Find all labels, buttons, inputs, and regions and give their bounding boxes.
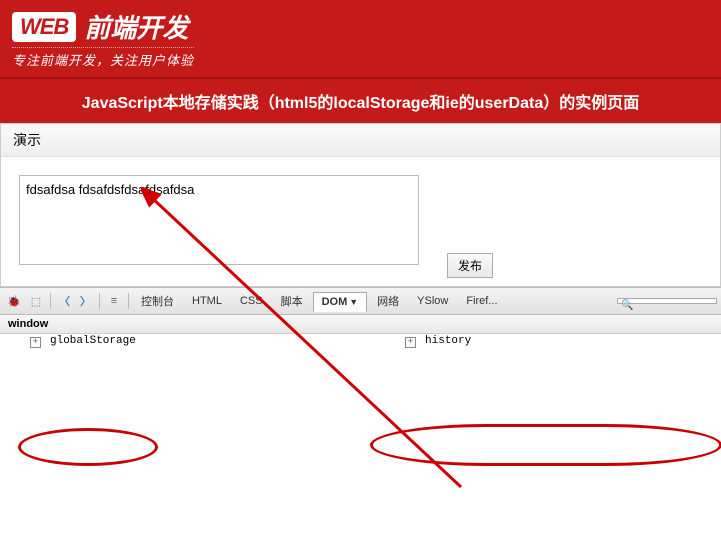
twist-icon[interactable]: + (405, 337, 416, 348)
tab-dom[interactable]: DOM▼ (313, 292, 368, 312)
tab-yslow[interactable]: YSlow (409, 292, 456, 310)
devtools-panel: 🐞 ⬚ 〈 〉 ≡ 控制台 HTML CSS 脚本 DOM▼ 网络 YSlow … (0, 287, 721, 352)
tab-css[interactable]: CSS (232, 292, 271, 310)
dom-row[interactable]: +history1 history entries (375, 334, 721, 352)
demo-section: 演示 fdsafdsa fdsafdsfdsafdsafdsa 发布 (0, 123, 721, 287)
tagline: 专注前端开发，关注用户体验 (12, 47, 194, 69)
tab-net[interactable]: 网络 (369, 290, 407, 312)
publish-button[interactable]: 发布 (447, 253, 493, 278)
page-title: JavaScript本地存储实践（html5的localStorage和ie的u… (0, 77, 721, 123)
nav-forward-icon[interactable]: 〉 (76, 293, 95, 309)
inspect-icon[interactable]: ⬚ (26, 292, 46, 310)
logo-web-badge: WEB (12, 12, 76, 42)
twist-icon[interactable]: + (30, 337, 41, 348)
nav-back-icon[interactable]: 〈 (55, 293, 74, 309)
dom-row[interactable]: +globalStorage (0, 334, 375, 352)
tab-console[interactable]: 控制台 (133, 290, 182, 312)
devtools-toolbar: 🐞 ⬚ 〈 〉 ≡ 控制台 HTML CSS 脚本 DOM▼ 网络 YSlow … (0, 288, 721, 315)
firebug-icon[interactable]: 🐞 (4, 292, 24, 310)
dom-tree: +globalStorage+history1 history entriesi… (0, 334, 721, 352)
breadcrumb[interactable]: window (0, 315, 721, 334)
tab-script[interactable]: 脚本 (273, 290, 311, 312)
logo-cn-text: 前端开发 (84, 8, 188, 45)
tab-firefox[interactable]: Firef... (458, 292, 505, 310)
site-header: WEB 前端开发 专注前端开发，关注用户体验 (0, 0, 721, 77)
chevron-down-icon: ▼ (349, 297, 358, 307)
tab-html[interactable]: HTML (184, 292, 230, 310)
annotation-circle-key (18, 428, 158, 466)
annotation-circle-value (370, 424, 721, 466)
demo-label: 演示 (1, 124, 720, 157)
menu-icon[interactable]: ≡ (104, 292, 124, 310)
search-input[interactable] (617, 298, 717, 304)
editor-textarea[interactable]: fdsafdsa fdsafdsfdsafdsafdsa (19, 175, 419, 265)
